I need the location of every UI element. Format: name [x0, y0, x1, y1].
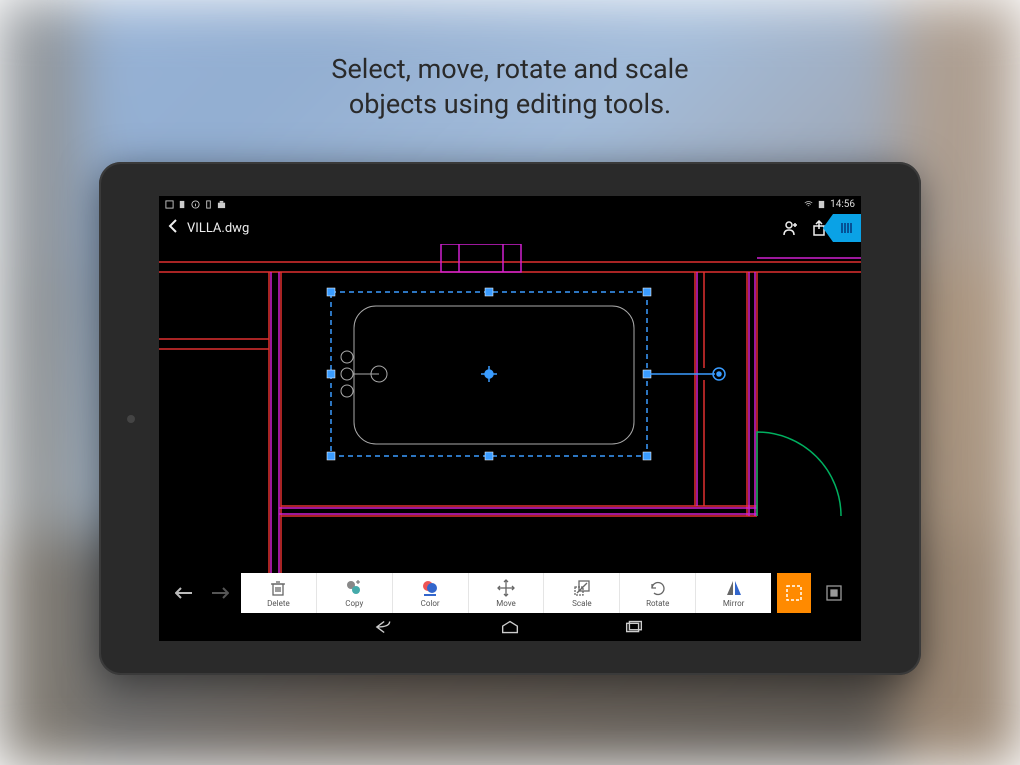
file-name: VILLA.dwg	[187, 221, 249, 236]
scale-label: Scale	[572, 599, 591, 608]
briefcase-icon	[217, 200, 226, 209]
color-tool[interactable]: Color	[393, 573, 469, 613]
app-bar: VILLA.dwg	[159, 212, 861, 244]
color-icon	[421, 579, 439, 597]
rotate-icon	[649, 579, 667, 597]
mirror-icon	[725, 579, 743, 597]
undo-button[interactable]	[169, 573, 199, 613]
android-back-button[interactable]	[374, 615, 398, 639]
selection-mode-button[interactable]	[777, 573, 811, 613]
rotate-tool[interactable]: Rotate	[620, 573, 696, 613]
copy-tool[interactable]: Copy	[317, 573, 393, 613]
promo-caption: Select, move, rotate and scale objects u…	[0, 52, 1020, 122]
back-button[interactable]	[163, 218, 183, 239]
delete-tool[interactable]: Delete	[241, 573, 317, 613]
trash-icon	[269, 579, 287, 597]
drawing-canvas[interactable]	[159, 244, 861, 573]
android-home-button[interactable]	[498, 615, 522, 639]
move-tool[interactable]: Move	[469, 573, 545, 613]
tool-strip: Delete Copy Color Move Scale	[241, 573, 771, 613]
redo-button[interactable]	[205, 573, 235, 613]
android-status-bar: 14:56	[159, 196, 861, 212]
battery-icon	[178, 200, 187, 209]
mirror-tool[interactable]: Mirror	[696, 573, 771, 613]
android-nav-bar	[159, 613, 861, 641]
wifi-icon	[804, 200, 813, 209]
status-time: 14:56	[830, 199, 855, 210]
battery-level-icon	[817, 200, 826, 209]
info-icon	[191, 200, 200, 209]
snap-mode-button[interactable]	[817, 573, 851, 613]
promo-line-1: Select, move, rotate and scale	[0, 52, 1020, 87]
status-right: 14:56	[804, 199, 855, 210]
scale-icon	[573, 579, 591, 597]
edit-toolbar: Delete Copy Color Move Scale	[159, 573, 861, 613]
promo-line-2: objects using editing tools.	[0, 87, 1020, 122]
move-icon	[497, 579, 515, 597]
scale-tool[interactable]: Scale	[544, 573, 620, 613]
copy-icon	[345, 579, 363, 597]
color-label: Color	[421, 599, 440, 608]
add-user-button[interactable]	[777, 214, 805, 242]
copy-label: Copy	[345, 599, 363, 608]
layers-panel-toggle[interactable]	[833, 214, 861, 242]
tablet-screen: 14:56 VILLA.dwg	[159, 196, 861, 641]
screenshot-icon	[165, 200, 174, 209]
tablet-camera	[127, 415, 135, 423]
sync-icon	[204, 200, 213, 209]
rotate-label: Rotate	[646, 599, 669, 608]
move-label: Move	[496, 599, 516, 608]
mirror-label: Mirror	[723, 599, 745, 608]
delete-label: Delete	[267, 599, 290, 608]
tablet-frame: 14:56 VILLA.dwg	[99, 162, 921, 675]
status-left-icons	[165, 200, 226, 209]
android-recent-button[interactable]	[622, 615, 646, 639]
